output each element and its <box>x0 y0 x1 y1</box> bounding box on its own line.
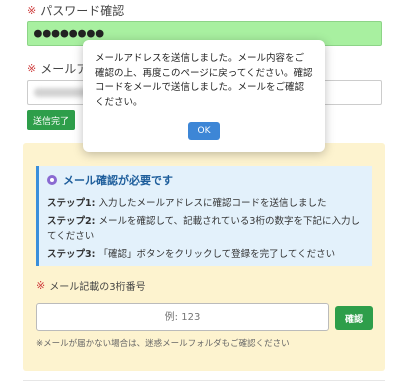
sent-complete-button[interactable]: 送信完了 <box>27 110 75 130</box>
required-mark: ※ <box>36 279 46 292</box>
password-confirm-label: ※ パスワード確認 <box>27 2 124 19</box>
spam-hint: ※メールが届かない場合は、迷惑メールフォルダもご確認ください <box>36 339 290 349</box>
password-confirm-value: ●●●●●●●● <box>34 26 105 41</box>
password-confirm-label-text: パスワード確認 <box>40 4 125 18</box>
required-mark: ※ <box>27 4 37 17</box>
notice-title-text: メール確認が必要です <box>63 174 173 187</box>
confirm-button[interactable]: 確認 <box>335 306 373 330</box>
required-mark: ※ <box>27 62 37 75</box>
dialog-message: メールアドレスを送信しました。メール内容をご確認の上、再度このページに戻ってくだ… <box>95 53 313 108</box>
step-1-text: 入力したメールアドレスに確認コードを送信しました <box>95 198 327 209</box>
step-2-head: ステップ2: <box>47 216 96 227</box>
code-label-text: メール記載の3桁番号 <box>49 282 146 293</box>
step-3-head: ステップ3: <box>47 249 96 260</box>
code-label: ※ メール記載の3桁番号 <box>36 278 146 293</box>
step-3: ステップ3: 「確認」ボタンをクリックして登録を完了してください <box>47 247 364 262</box>
step-3-text: 「確認」ボタンをクリックして登録を完了してください <box>95 249 336 260</box>
step-2: ステップ2: メールを確認して、記載されている3桁の数字を下記に入力してください <box>47 214 364 244</box>
alert-dialog: メールアドレスを送信しました。メール内容をご確認の上、再度このページに戻ってくだ… <box>83 40 325 152</box>
step-1-head: ステップ1: <box>47 198 96 209</box>
step-1: ステップ1: 入力したメールアドレスに確認コードを送信しました <box>47 196 364 211</box>
ok-button[interactable]: OK <box>188 122 220 140</box>
info-icon <box>47 175 57 185</box>
divider <box>23 380 385 381</box>
notice-title: メール確認が必要です <box>47 172 364 188</box>
email-verification-notice: メール確認が必要です ステップ1: 入力したメールアドレスに確認コードを送信しま… <box>36 166 372 266</box>
code-input[interactable] <box>36 303 329 331</box>
